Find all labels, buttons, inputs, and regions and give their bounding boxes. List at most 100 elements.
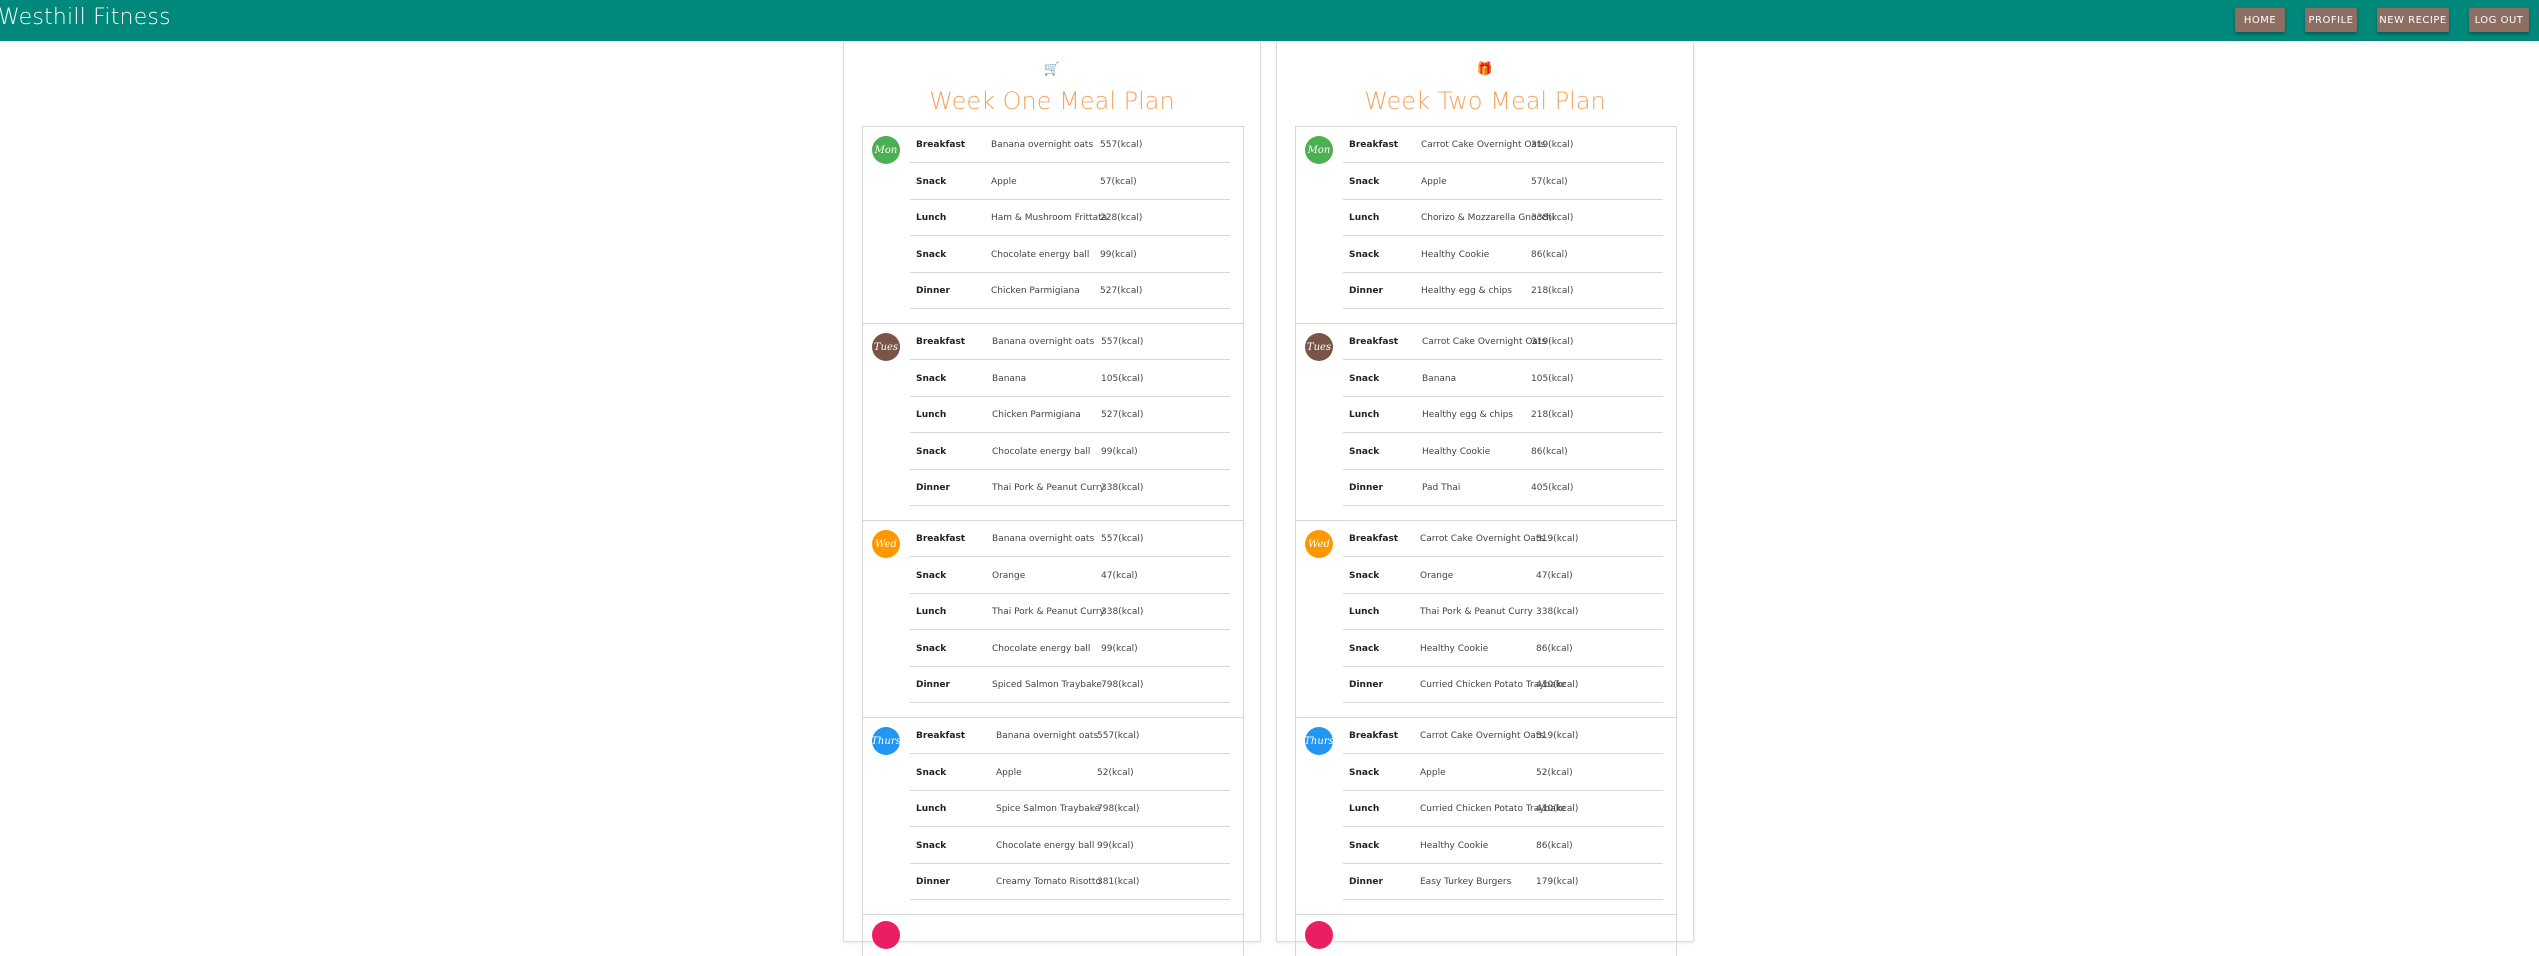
meal-recipe-link[interactable]: Carrot Cake Overnight Oats [1420,731,1544,741]
meal-recipe-link[interactable]: Chicken Parmigiana [991,286,1080,296]
meal-recipe-link[interactable]: Banana overnight oats [992,337,1094,347]
meal-row[interactable]: Lunch Chicken Parmigiana 527(kcal) [910,397,1230,433]
day-badge-wed[interactable]: Wed [1305,530,1333,558]
nav-log-out-button[interactable]: LOG OUT [2469,8,2529,32]
meal-row[interactable]: Dinner Spiced Salmon Traybake 798(kcal) [910,667,1230,703]
meal-row[interactable]: Dinner Thai Pork & Peanut Curry 338(kcal) [910,470,1230,506]
meal-recipe-link[interactable]: Chicken Parmigiana [992,410,1081,420]
meal-recipe-link[interactable]: Healthy Cookie [1420,644,1488,654]
meal-row[interactable]: Dinner Pad Thai 405(kcal) [1343,470,1663,506]
meal-recipe-link[interactable]: Carrot Cake Overnight Oats [1421,140,1545,150]
meal-row[interactable]: Lunch Thai Pork & Peanut Curry 338(kcal) [910,594,1230,630]
meal-row[interactable]: Lunch Healthy egg & chips 218(kcal) [1343,397,1663,433]
meal-recipe-link[interactable]: Healthy egg & chips [1422,410,1513,420]
meal-recipe-link[interactable]: Banana overnight oats [996,731,1098,741]
meal-row[interactable]: Snack Apple 52(kcal) [1343,755,1663,791]
meal-recipe-link[interactable]: Banana [992,374,1026,384]
meal-row[interactable]: Dinner Curried Chicken Potato Traybake 410… [1343,667,1663,703]
meal-row[interactable]: Dinner Chicken Parmigiana 527(kcal) [910,273,1230,309]
meal-recipe-link[interactable]: Chocolate energy ball [992,644,1090,654]
meal-row[interactable]: Snack Healthy Cookie 86(kcal) [1343,237,1663,273]
day-badge-tues[interactable]: Tues [1305,333,1333,361]
meal-row[interactable]: Snack Chocolate energy ball 99(kcal) [910,631,1230,667]
meal-row[interactable]: Dinner Healthy egg & chips 218(kcal) [1343,273,1663,309]
meal-row[interactable]: Snack Banana 105(kcal) [910,361,1230,397]
meal-type: Snack [916,446,947,457]
day-badge-mon[interactable]: Mon [872,136,900,164]
meal-calories: 99(kcal) [1101,446,1138,457]
meal-recipe-link[interactable]: Healthy Cookie [1421,250,1489,260]
meal-row[interactable]: Breakfast Carrot Cake Overnight Oats 319(k… [1343,718,1663,754]
meal-recipe-link[interactable]: Chocolate energy ball [992,447,1090,457]
meal-row[interactable]: Breakfast Carrot Cake Overnight Oats 319(k… [1343,324,1663,360]
meal-recipe-link[interactable]: Healthy Cookie [1420,841,1488,851]
meal-row[interactable]: Snack Apple 52(kcal) [910,755,1230,791]
meal-recipe-link[interactable]: Apple [1420,768,1446,778]
meal-row[interactable]: Lunch Curried Chicken Potato Traybake 410(… [1343,791,1663,827]
meal-row[interactable]: Snack Healthy Cookie 86(kcal) [1343,828,1663,864]
meal-row[interactable]: Breakfast Banana overnight oats 557(kcal) [910,127,1230,163]
meal-type: Snack [916,249,947,260]
day-badge-wed[interactable]: Wed [872,530,900,558]
nav-profile-button[interactable]: PROFILE [2305,8,2357,32]
meal-recipe-link[interactable]: Orange [1420,571,1453,581]
meal-row[interactable]: Snack Healthy Cookie 86(kcal) [1343,434,1663,470]
meal-recipe-link[interactable]: Chocolate energy ball [996,841,1094,851]
meal-row[interactable]: Dinner Easy Turkey Burgers 179(kcal) [1343,864,1663,900]
nav-home-button[interactable]: HOME [2235,8,2285,32]
meal-row[interactable]: Lunch Thai Pork & Peanut Curry 338(kcal) [1343,594,1663,630]
meal-row[interactable]: Snack Chocolate energy ball 99(kcal) [910,434,1230,470]
day-badge-thurs[interactable]: Thurs [871,727,901,755]
meal-row[interactable]: Snack Banana 105(kcal) [1343,361,1663,397]
meal-row[interactable]: Lunch Chorizo & Mozzarella Gnocchi 338(kca… [1343,200,1663,236]
meal-recipe-link[interactable]: Thai Pork & Peanut Curry [1420,607,1533,617]
meal-row[interactable]: Lunch Spice Salmon Traybake 798(kcal) [910,791,1230,827]
meal-recipe-link[interactable]: Apple [996,768,1022,778]
meal-row[interactable]: Dinner Creamy Tomato Risotto 381(kcal) [910,864,1230,900]
meal-recipe-link[interactable]: Banana overnight oats [991,140,1093,150]
day-badge-thurs[interactable]: Thurs [1304,727,1334,755]
meal-calories: 557(kcal) [1101,534,1144,544]
brand-logo[interactable]: Westhill Fitness [0,5,171,30]
meal-row[interactable]: Lunch Ham & Mushroom Frittata 228(kcal) [910,200,1230,236]
meal-recipe-link[interactable]: Apple [991,177,1017,187]
meal-row[interactable]: Snack Chocolate energy ball 99(kcal) [910,828,1230,864]
next-day-badge-peek [872,921,900,949]
meal-recipe-link[interactable]: Creamy Tomato Risotto [996,877,1101,887]
meal-recipe-link[interactable]: Apple [1421,177,1447,187]
meal-row[interactable]: Snack Chocolate energy ball 99(kcal) [910,237,1230,273]
meal-recipe-link[interactable]: Spiced Salmon Traybake [992,680,1102,690]
meal-row[interactable]: Snack Apple 57(kcal) [1343,164,1663,200]
meal-recipe-link[interactable]: Ham & Mushroom Frittata [991,213,1107,223]
meal-row[interactable]: Snack Orange 47(kcal) [1343,558,1663,594]
meal-recipe-link[interactable]: Easy Turkey Burgers [1420,877,1511,887]
meal-calories: 319(kcal) [1531,140,1574,150]
meal-row[interactable]: Snack Orange 47(kcal) [910,558,1230,594]
meal-row[interactable]: Breakfast Banana overnight oats 557(kcal) [910,521,1230,557]
meal-recipe-link[interactable]: Carrot Cake Overnight Oats [1422,337,1546,347]
meal-type: Dinner [916,483,950,493]
meal-recipe-link[interactable]: Thai Pork & Peanut Curry [992,483,1105,493]
meal-row[interactable]: Breakfast Carrot Cake Overnight Oats 319(k… [1343,521,1663,557]
nav-new-recipe-button[interactable]: NEW RECIPE [2377,8,2449,32]
meal-row[interactable]: Snack Healthy Cookie 86(kcal) [1343,631,1663,667]
meal-calories: 86(kcal) [1531,446,1568,457]
meal-row[interactable]: Breakfast Carrot Cake Overnight Oats 319(k… [1343,127,1663,163]
meal-recipe-link[interactable]: Healthy egg & chips [1421,286,1512,296]
meal-type: Dinner [916,877,950,887]
meal-row[interactable]: Breakfast Banana overnight oats 557(kcal) [910,324,1230,360]
meal-recipe-link[interactable]: Thai Pork & Peanut Curry [992,607,1105,617]
meal-calories: 218(kcal) [1531,410,1574,420]
meal-recipe-link[interactable]: Healthy Cookie [1422,447,1490,457]
day-badge-tues[interactable]: Tues [872,333,900,361]
meal-recipe-link[interactable]: Banana overnight oats [992,534,1094,544]
meal-recipe-link[interactable]: Orange [992,571,1025,581]
meal-recipe-link[interactable]: Pad Thai [1422,483,1460,493]
meal-row[interactable]: Breakfast Banana overnight oats 557(kcal) [910,718,1230,754]
meal-recipe-link[interactable]: Carrot Cake Overnight Oats [1420,534,1544,544]
day-badge-mon[interactable]: Mon [1305,136,1333,164]
meal-recipe-link[interactable]: Chocolate energy ball [991,250,1089,260]
meal-recipe-link[interactable]: Banana [1422,374,1456,384]
meal-row[interactable]: Snack Apple 57(kcal) [910,164,1230,200]
meal-recipe-link[interactable]: Spice Salmon Traybake [996,804,1100,814]
